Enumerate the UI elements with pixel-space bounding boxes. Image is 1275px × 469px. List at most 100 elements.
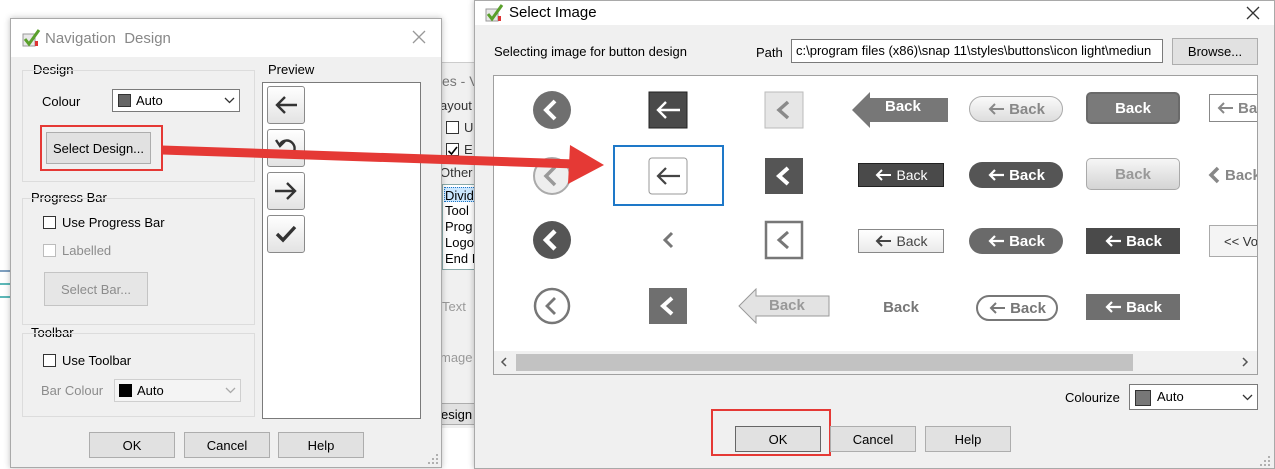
tile-back-text: Back <box>1115 165 1151 183</box>
gray-square-back-icon <box>649 288 687 324</box>
arrow-left-icon <box>876 235 892 247</box>
select-title-bar: Select Image <box>475 1 1274 25</box>
tile-back-text: Back <box>1009 100 1045 118</box>
tile-back-text: Back <box>1115 99 1151 117</box>
design-tile[interactable]: Back <box>1086 158 1180 190</box>
image-grid: Back Back Back Ba Back Back Back Back Ba… <box>493 75 1258 375</box>
preview-forward-button[interactable] <box>267 172 305 210</box>
use-progress-bar-checkbox[interactable] <box>43 216 56 229</box>
design-tile-selected[interactable] <box>646 154 690 198</box>
chevron-down-icon <box>225 387 236 394</box>
refresh-icon <box>275 139 296 158</box>
bg-list-item[interactable]: End I <box>445 251 475 266</box>
select-subtitle: Selecting image for button design <box>494 44 687 59</box>
bar-colour-label: Bar Colour <box>41 383 104 398</box>
resize-grip-icon[interactable] <box>427 453 439 465</box>
tile-back-text: Back <box>885 98 921 115</box>
select-bar-button[interactable]: Select Bar... <box>44 272 148 306</box>
bg-checkbox-u-label: U <box>464 120 474 135</box>
tile-back-text: Back <box>1009 166 1045 184</box>
bg-design-button[interactable]: esign <box>438 403 478 425</box>
app-checkmark-icon <box>22 29 41 47</box>
bg-list-item-selected[interactable]: Divid <box>444 187 478 203</box>
nav-cancel-button[interactable]: Cancel <box>184 432 270 458</box>
chevron-left-icon <box>1208 166 1220 184</box>
colour-label: Colour <box>42 94 81 109</box>
preview-back-button[interactable] <box>267 86 305 124</box>
colourize-combo[interactable]: Auto <box>1129 384 1258 410</box>
bar-colour-swatch <box>119 384 132 397</box>
design-tile[interactable]: Back <box>851 88 951 132</box>
bg-list-item[interactable]: Prog <box>445 219 472 234</box>
design-tile[interactable] <box>646 88 690 132</box>
design-tile[interactable]: Ba <box>1209 94 1257 122</box>
arrow-left-icon <box>1217 102 1233 114</box>
bg-list[interactable]: Divid Tool Prog Logo End I <box>442 184 478 270</box>
nav-title-bar: Navigation Design <box>11 19 441 57</box>
use-toolbar-checkbox[interactable] <box>43 354 56 367</box>
design-tile[interactable] <box>646 284 690 328</box>
path-label: Path <box>756 45 783 60</box>
design-tile[interactable]: Back <box>858 163 944 187</box>
design-tile[interactable] <box>530 154 574 198</box>
circle-back-icon <box>533 91 571 129</box>
design-tile[interactable]: Back <box>976 295 1058 321</box>
design-tile[interactable]: Back <box>1086 92 1180 124</box>
close-icon[interactable] <box>1246 6 1260 20</box>
design-tile[interactable]: Back <box>969 96 1063 122</box>
bg-checkbox-u[interactable] <box>446 121 459 134</box>
design-tile[interactable]: Back <box>858 295 944 319</box>
design-tile[interactable] <box>646 218 690 262</box>
design-tile[interactable] <box>762 154 806 198</box>
chevron-down-icon <box>1242 394 1253 401</box>
nav-ok-button[interactable]: OK <box>89 432 175 458</box>
design-tile[interactable] <box>762 88 806 132</box>
bar-colour-combo[interactable]: Auto <box>114 379 241 402</box>
design-tile[interactable]: Back <box>1086 228 1180 254</box>
scroll-right-icon[interactable] <box>1241 357 1249 367</box>
path-input[interactable]: c:\program files (x86)\snap 11\styles\bu… <box>791 39 1163 63</box>
design-tile[interactable] <box>762 218 806 262</box>
select-design-button[interactable]: Select Design... <box>46 132 151 164</box>
design-tile[interactable] <box>530 88 574 132</box>
design-tile[interactable]: Back <box>969 228 1063 254</box>
preview-box <box>262 82 421 419</box>
bg-list-item[interactable]: Logo <box>445 235 474 250</box>
scrollbar-thumb[interactable] <box>516 354 1133 371</box>
design-tile[interactable]: Back <box>969 162 1063 188</box>
bg-checkbox-e[interactable] <box>446 143 459 156</box>
check-icon <box>447 146 458 156</box>
arrow-left-icon <box>1105 301 1122 313</box>
preview-refresh-button[interactable] <box>267 129 305 167</box>
colour-combo[interactable]: Auto <box>112 89 240 112</box>
select-cancel-button[interactable]: Cancel <box>830 426 916 452</box>
horizontal-scrollbar[interactable] <box>494 351 1257 374</box>
tile-back-text: Back <box>769 297 805 314</box>
design-tile[interactable]: Back <box>737 286 831 326</box>
resize-grip-icon[interactable] <box>1259 455 1271 467</box>
bg-image-label: mage <box>440 350 473 365</box>
preview-end-button[interactable] <box>267 215 305 253</box>
bg-list-item[interactable]: Tool <box>445 203 469 218</box>
select-ok-button[interactable]: OK <box>735 426 821 452</box>
design-tile[interactable]: Back <box>1086 294 1180 320</box>
arrow-left-icon <box>988 169 1005 181</box>
app-checkmark-icon <box>485 4 504 22</box>
close-icon[interactable] <box>412 30 426 44</box>
tile-back-text: Back <box>1126 298 1162 316</box>
scroll-left-icon[interactable] <box>500 357 508 367</box>
nav-help-button[interactable]: Help <box>278 432 364 458</box>
labelled-checkbox[interactable] <box>43 244 56 257</box>
background-window: es - V ayout s U E Other Divid Tool Prog… <box>438 62 482 428</box>
design-tile[interactable]: Back <box>1207 162 1257 188</box>
design-tile[interactable] <box>530 218 574 262</box>
colour-combo-value: Auto <box>136 93 163 108</box>
arrow-left-icon <box>988 103 1005 115</box>
design-tile[interactable] <box>530 284 574 328</box>
design-tile[interactable]: << Vo <box>1209 225 1257 257</box>
browse-button[interactable]: Browse... <box>1172 38 1258 65</box>
toolbar-group <box>22 333 255 417</box>
design-tile[interactable]: Back <box>858 229 944 253</box>
dark-square-back-icon <box>765 158 803 194</box>
select-help-button[interactable]: Help <box>925 426 1011 452</box>
